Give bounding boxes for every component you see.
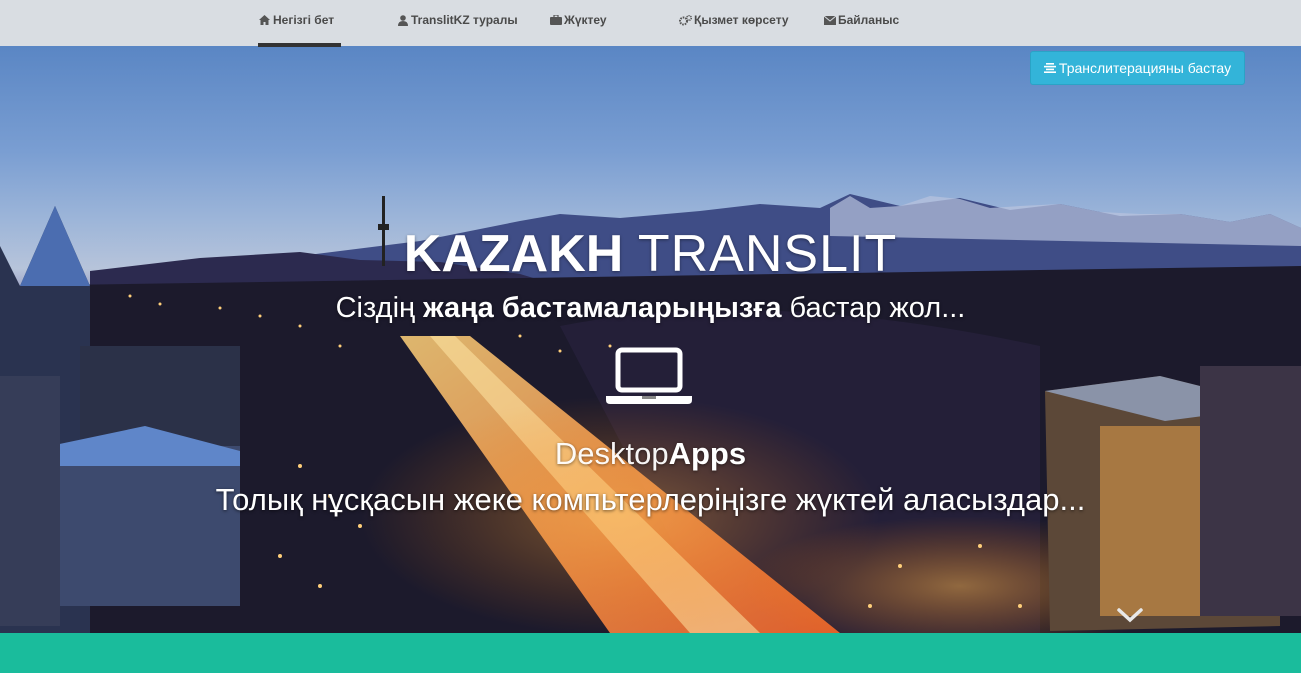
apps-label-bold: Apps	[668, 436, 747, 471]
hero-subtitle-part1: Сіздің	[335, 292, 424, 324]
home-icon	[258, 14, 271, 26]
nav-item-label: Негізгі бет	[273, 13, 335, 27]
desktop-apps-description: Толық нұсқасын жеке компьтерлеріңізге жү…	[215, 482, 1086, 517]
hero-subtitle: Сіздің жаңа бастамаларыңызға бастар жол.…	[0, 292, 1301, 325]
nav-item-about[interactable]: TranslitKZ туралы	[396, 0, 518, 40]
nav-item-label: TranslitKZ туралы	[411, 13, 518, 27]
align-center-icon	[1043, 63, 1056, 73]
start-transliteration-button[interactable]: Транслитерацияны бастау	[1030, 51, 1245, 85]
user-icon	[396, 14, 409, 26]
nav-item-contact[interactable]: Байланыс	[823, 0, 899, 40]
hero-title: KAZAKH TRANSLIT	[0, 224, 1301, 284]
laptop-icon	[604, 346, 694, 411]
envelope-icon	[823, 14, 836, 26]
top-navbar: Негізгі бет TranslitKZ туралы Жүктеу Қыз…	[0, 0, 1301, 47]
nav-item-download[interactable]: Жүктеу	[549, 0, 607, 40]
desktop-apps-label: DesktopApps	[0, 436, 1301, 472]
hero-title-light: TRANSLIT	[623, 225, 898, 283]
nav-item-service[interactable]: Қызмет көрсету	[679, 0, 789, 40]
nav-item-label: Жүктеу	[564, 13, 607, 27]
apps-label-light: Desktop	[554, 436, 669, 471]
hero-subtitle-part2: бастар жол...	[781, 292, 966, 324]
nav-item-label: Байланыс	[838, 13, 900, 27]
hero-subtitle-bold: жаңа бастамаларыңызға	[423, 292, 782, 324]
nav-item-label: Қызмет көрсету	[694, 13, 789, 27]
start-button-label: Транслитерацияны бастау	[1058, 60, 1232, 76]
hero-section: Транслитерацияны бастау KAZAKH TRANSLIT …	[0, 46, 1301, 633]
city-background-image	[0, 194, 1301, 633]
hero-title-bold: KAZAKH	[403, 225, 624, 283]
cogs-icon	[679, 14, 692, 26]
nav-item-home[interactable]: Негізгі бет	[258, 0, 341, 47]
next-section-band	[0, 633, 1301, 673]
briefcase-icon	[549, 14, 562, 26]
chevron-down-icon[interactable]	[1116, 607, 1144, 628]
